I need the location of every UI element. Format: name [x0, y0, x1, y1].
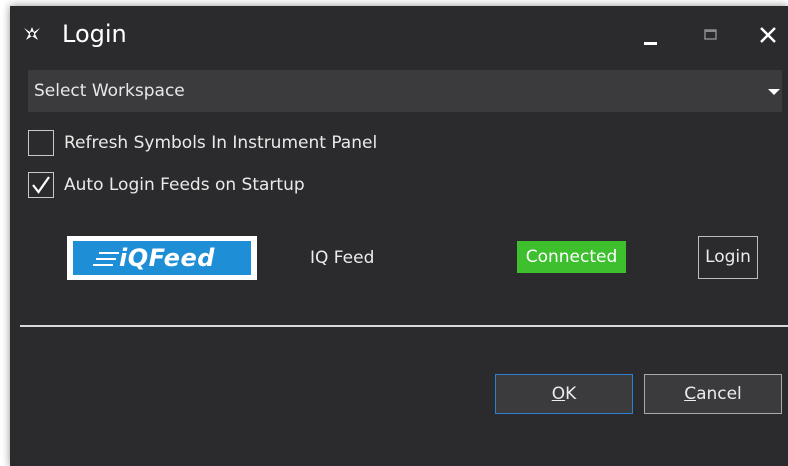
- login-dialog: Login Select Workspace Refresh Symbols I…: [10, 6, 788, 466]
- iqfeed-logo-background: iQFeed: [73, 241, 251, 275]
- auto-login-label: Auto Login Feeds on Startup: [64, 175, 305, 195]
- minimize-button[interactable]: [638, 20, 668, 50]
- connection-status-badge: Connected: [517, 241, 626, 273]
- close-button[interactable]: [753, 20, 783, 50]
- auto-login-checkbox[interactable]: [28, 172, 54, 198]
- cancel-label-rest: ancel: [696, 384, 742, 404]
- feed-login-button[interactable]: Login: [698, 236, 758, 279]
- workspace-dropdown[interactable]: Select Workspace: [28, 70, 782, 112]
- ok-button[interactable]: OK: [495, 374, 633, 414]
- minimize-icon: [644, 42, 657, 45]
- iqfeed-logo: iQFeed: [67, 236, 257, 280]
- maximize-icon: [704, 29, 717, 40]
- title-bar: Login: [10, 6, 788, 62]
- window-title: Login: [62, 20, 127, 48]
- cancel-button[interactable]: Cancel: [644, 374, 782, 414]
- close-icon: [760, 27, 776, 43]
- divider: [20, 325, 788, 327]
- app-logo-icon: [24, 27, 40, 40]
- workspace-selected-value: Select Workspace: [34, 81, 185, 101]
- ok-accelerator: O: [551, 384, 566, 404]
- maximize-button[interactable]: [698, 20, 728, 50]
- ok-label-rest: K: [565, 384, 577, 404]
- speed-lines-icon: [93, 252, 119, 266]
- iqfeed-logo-text: iQFeed: [119, 244, 215, 272]
- cancel-accelerator: C: [684, 384, 697, 404]
- refresh-symbols-label: Refresh Symbols In Instrument Panel: [64, 133, 378, 153]
- chevron-down-icon: [768, 89, 780, 95]
- feed-name: IQ Feed: [310, 248, 375, 268]
- checkmark-icon: [32, 176, 50, 194]
- refresh-symbols-checkbox[interactable]: [28, 130, 54, 156]
